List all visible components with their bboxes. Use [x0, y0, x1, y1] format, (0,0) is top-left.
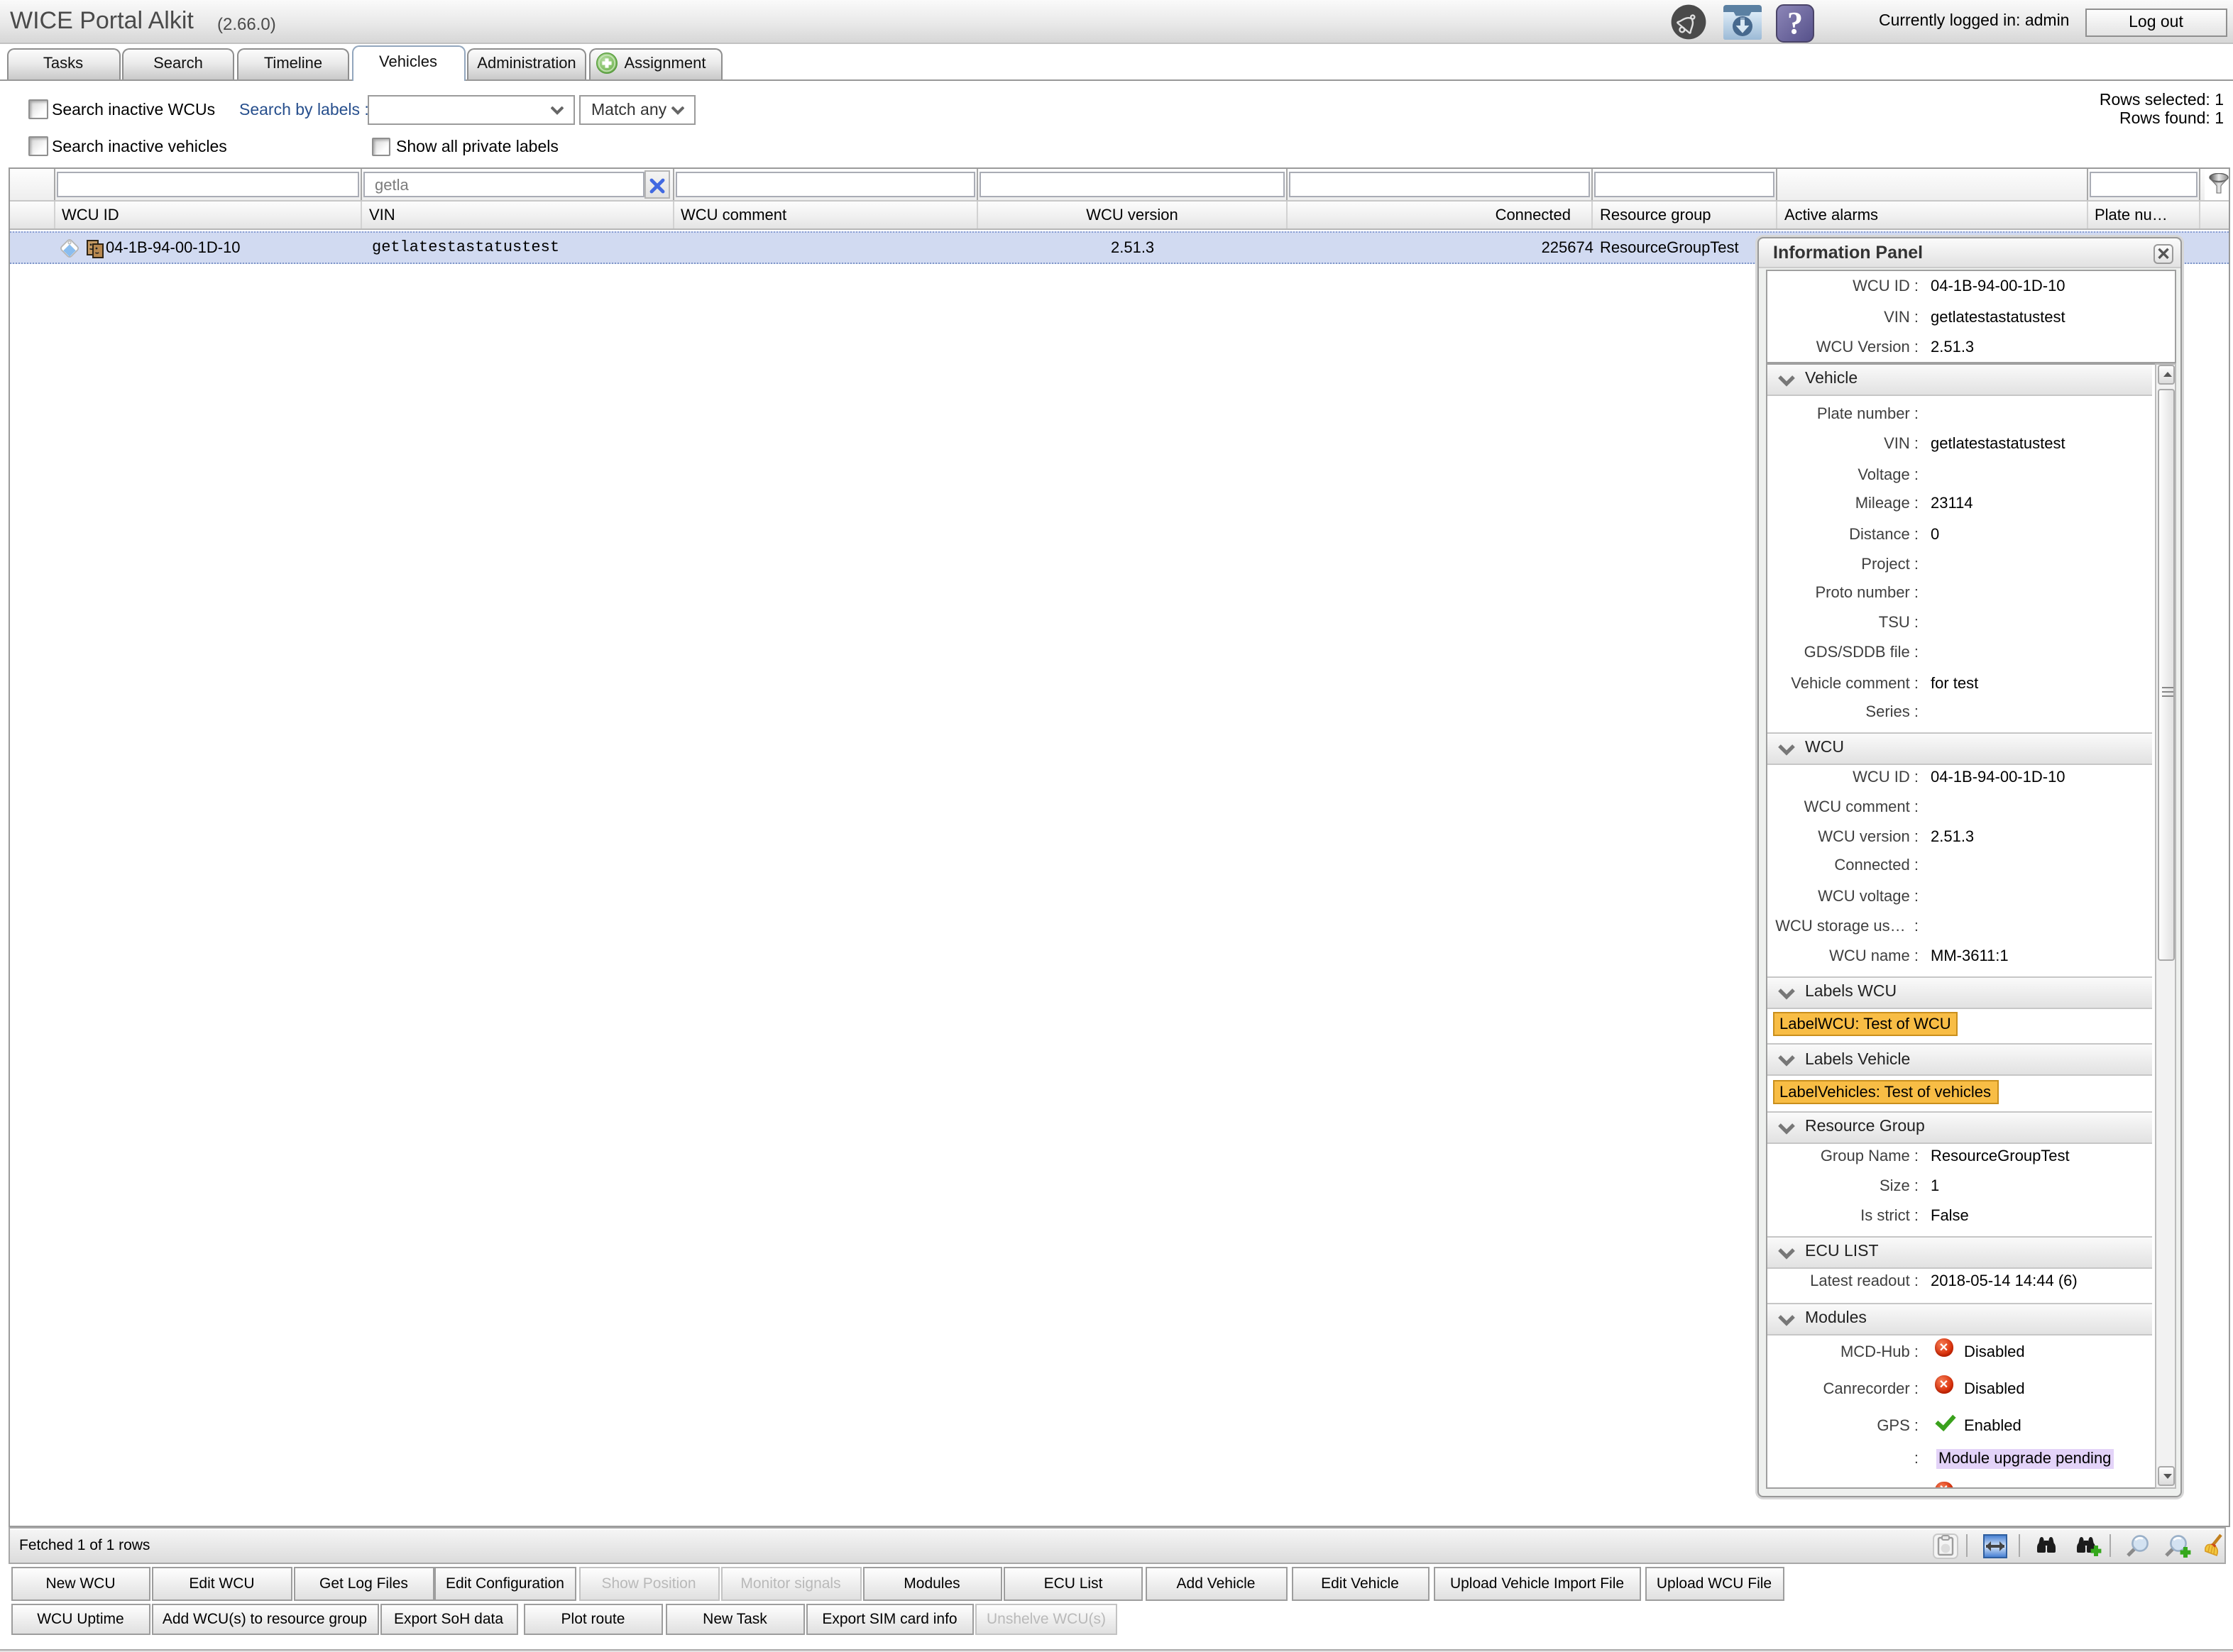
svg-text:?: ?	[1787, 6, 1803, 40]
